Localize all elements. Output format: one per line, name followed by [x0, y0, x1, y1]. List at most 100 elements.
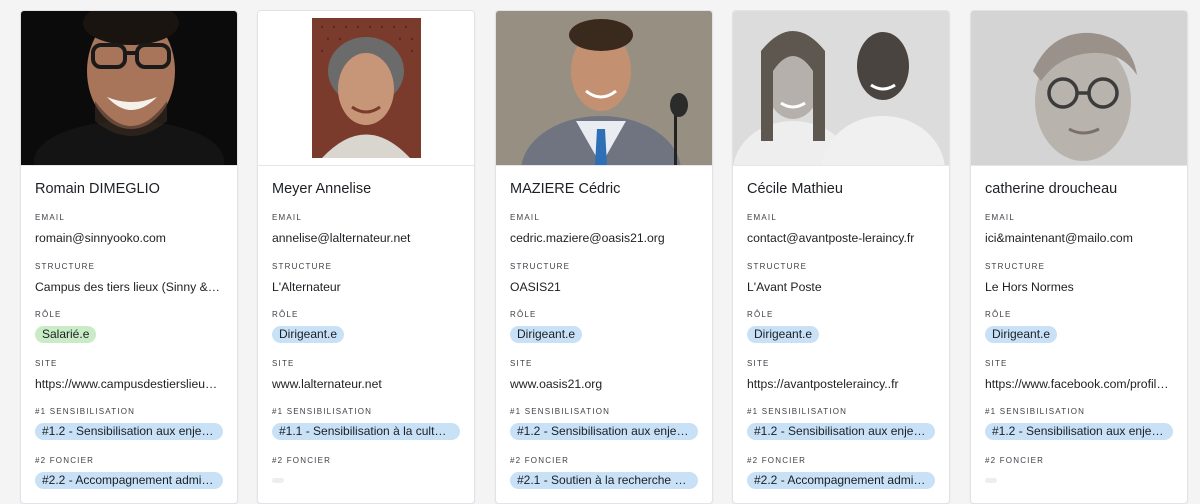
site-field: SITE www.oasis21.org: [510, 359, 698, 408]
email-label: EMAIL: [985, 213, 1173, 223]
foncier-label: #2 FONCIER: [747, 456, 935, 466]
member-card[interactable]: MAZIERE Cédric EMAIL cedric.maziere@oasi…: [495, 10, 713, 504]
structure-field: STRUCTURE L'Alternateur: [272, 262, 460, 311]
sensibilisation-label: #1 SENSIBILISATION: [510, 407, 698, 417]
sensibilisation-field: #1 SENSIBILISATION #1.2 - Sensibilisatio…: [510, 407, 698, 456]
site-label: SITE: [985, 359, 1173, 369]
role-label: RÔLE: [510, 310, 698, 320]
foncier-field: #2 FONCIER #2.2 - Accompagnement admin…: [747, 456, 935, 504]
role-badge: Dirigeant.e: [272, 326, 344, 343]
role-badge: Dirigeant.e: [985, 326, 1057, 343]
structure-value: L'Alternateur: [272, 279, 460, 295]
email-value: annelise@lalternateur.net: [272, 230, 460, 246]
foncier-field: #2 FONCIER #2.2 - Accompagnement admin…: [35, 456, 223, 504]
foncier-label: #2 FONCIER: [35, 456, 223, 466]
email-label: EMAIL: [35, 213, 223, 223]
structure-field: STRUCTURE Le Hors Normes: [985, 262, 1173, 311]
role-field: RÔLE Dirigeant.e: [272, 310, 460, 359]
member-card[interactable]: Romain DIMEGLIO EMAIL romain@sinnyooko.c…: [20, 10, 238, 504]
structure-value: L'Avant Poste: [747, 279, 935, 295]
site-value: www.oasis21.org: [510, 376, 698, 392]
role-label: RÔLE: [985, 310, 1173, 320]
role-field: RÔLE Salarié.e: [35, 310, 223, 359]
sensibilisation-field: #1 SENSIBILISATION #1.1 - Sensibilisatio…: [272, 407, 460, 456]
foncier-badge: #2.2 - Accompagnement admin…: [35, 472, 223, 489]
role-field: RÔLE Dirigeant.e: [510, 310, 698, 359]
structure-label: STRUCTURE: [747, 262, 935, 272]
member-photo: [733, 11, 949, 166]
site-value: https://www.campusdestierslieux.…: [35, 376, 223, 392]
site-value: https://avantposteleraincy..fr: [747, 376, 935, 392]
foncier-label: #2 FONCIER: [510, 456, 698, 466]
site-value: www.lalternateur.net: [272, 376, 460, 392]
email-value: contact@avantposte-leraincy.fr: [747, 230, 935, 246]
sensibilisation-badge: #1.2 - Sensibilisation aux enjeu…: [985, 423, 1173, 440]
foncier-badge: #2.2 - Accompagnement admin…: [747, 472, 935, 489]
email-field: EMAIL annelise@lalternateur.net: [272, 213, 460, 262]
foncier-label: #2 FONCIER: [985, 456, 1173, 466]
sensibilisation-field: #1 SENSIBILISATION #1.2 - Sensibilisatio…: [747, 407, 935, 456]
structure-value: Le Hors Normes: [985, 279, 1173, 295]
foncier-label: #2 FONCIER: [272, 456, 460, 466]
site-field: SITE https://www.campusdestierslieux.…: [35, 359, 223, 408]
email-value: cedric.maziere@oasis21.org: [510, 230, 698, 246]
email-value: ici&maintenant@mailo.com: [985, 230, 1173, 246]
member-photo: [21, 11, 237, 166]
site-label: SITE: [747, 359, 935, 369]
member-card[interactable]: Cécile Mathieu EMAIL contact@avantposte-…: [732, 10, 950, 504]
site-label: SITE: [272, 359, 460, 369]
sensibilisation-badge: #1.2 - Sensibilisation aux enjeu…: [747, 423, 935, 440]
foncier-empty-badge: [985, 478, 997, 483]
member-gallery: Romain DIMEGLIO EMAIL romain@sinnyooko.c…: [0, 0, 1200, 490]
member-name: MAZIERE Cédric: [510, 180, 698, 198]
member-photo: [496, 11, 712, 166]
sensibilisation-label: #1 SENSIBILISATION: [35, 407, 223, 417]
member-photo: [258, 11, 474, 166]
structure-field: STRUCTURE L'Avant Poste: [747, 262, 935, 311]
structure-label: STRUCTURE: [985, 262, 1173, 272]
member-name: Cécile Mathieu: [747, 180, 935, 198]
structure-field: STRUCTURE OASIS21: [510, 262, 698, 311]
sensibilisation-field: #1 SENSIBILISATION #1.2 - Sensibilisatio…: [35, 407, 223, 456]
email-label: EMAIL: [747, 213, 935, 223]
role-label: RÔLE: [747, 310, 935, 320]
structure-label: STRUCTURE: [510, 262, 698, 272]
site-label: SITE: [35, 359, 223, 369]
foncier-empty-badge: [272, 478, 284, 483]
member-name: catherine droucheau: [985, 180, 1173, 198]
member-card[interactable]: catherine droucheau EMAIL ici&maintenant…: [970, 10, 1188, 504]
role-badge: Dirigeant.e: [510, 326, 582, 343]
member-name: Romain DIMEGLIO: [35, 180, 223, 198]
sensibilisation-badge: #1.2 - Sensibilisation aux enjeu…: [510, 423, 698, 440]
site-field: SITE www.lalternateur.net: [272, 359, 460, 408]
sensibilisation-label: #1 SENSIBILISATION: [985, 407, 1173, 417]
site-field: SITE https://avantposteleraincy..fr: [747, 359, 935, 408]
site-label: SITE: [510, 359, 698, 369]
structure-label: STRUCTURE: [272, 262, 460, 272]
structure-label: STRUCTURE: [35, 262, 223, 272]
role-badge: Salarié.e: [35, 326, 96, 343]
member-card[interactable]: Meyer Annelise EMAIL annelise@lalternate…: [257, 10, 475, 504]
structure-value: OASIS21: [510, 279, 698, 295]
email-field: EMAIL cedric.maziere@oasis21.org: [510, 213, 698, 262]
foncier-field: #2 FONCIER: [272, 456, 460, 504]
member-photo: [971, 11, 1187, 166]
sensibilisation-label: #1 SENSIBILISATION: [747, 407, 935, 417]
email-label: EMAIL: [510, 213, 698, 223]
sensibilisation-badge: #1.2 - Sensibilisation aux enjeu…: [35, 423, 223, 440]
site-value: https://www.facebook.com/profile.…: [985, 376, 1173, 392]
foncier-badge: #2.1 - Soutien à la recherche de…: [510, 472, 698, 489]
role-label: RÔLE: [272, 310, 460, 320]
role-label: RÔLE: [35, 310, 223, 320]
email-label: EMAIL: [272, 213, 460, 223]
site-field: SITE https://www.facebook.com/profile.…: [985, 359, 1173, 408]
email-field: EMAIL contact@avantposte-leraincy.fr: [747, 213, 935, 262]
member-name: Meyer Annelise: [272, 180, 460, 198]
structure-value: Campus des tiers lieux (Sinny & O…: [35, 279, 223, 295]
sensibilisation-label: #1 SENSIBILISATION: [272, 407, 460, 417]
role-field: RÔLE Dirigeant.e: [985, 310, 1173, 359]
sensibilisation-badge: #1.1 - Sensibilisation à la cultur…: [272, 423, 460, 440]
email-field: EMAIL ici&maintenant@mailo.com: [985, 213, 1173, 262]
role-badge: Dirigeant.e: [747, 326, 819, 343]
email-field: EMAIL romain@sinnyooko.com: [35, 213, 223, 262]
